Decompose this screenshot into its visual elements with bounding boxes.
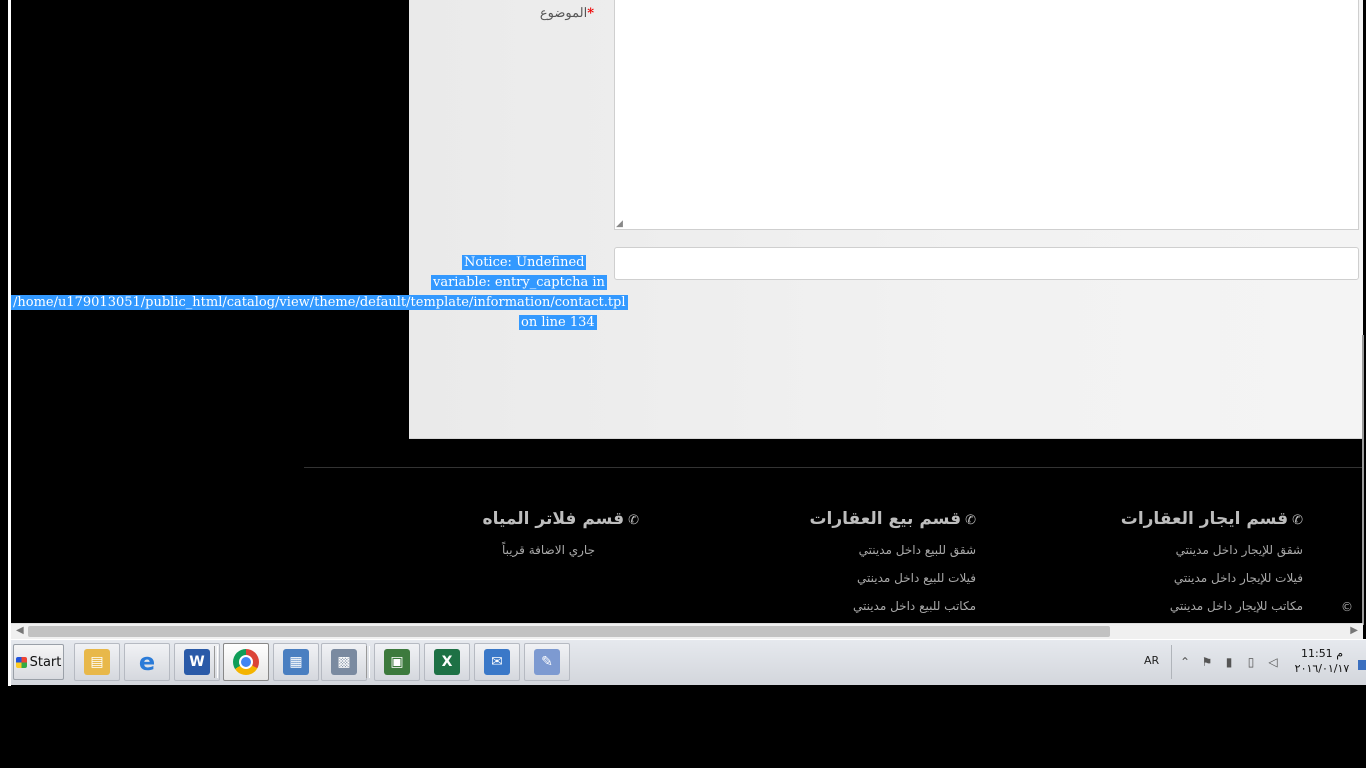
paint-icon: ✎ — [534, 649, 560, 675]
required-mark: * — [587, 6, 594, 21]
footer-link[interactable]: مكاتب للبيع داخل مدينتي — [809, 599, 976, 613]
phone-icon: ✆ — [1292, 513, 1303, 528]
scroll-thumb[interactable] — [28, 626, 1110, 637]
send-to-icon: ✉ — [484, 649, 510, 675]
file-explorer-icon: ▤ — [84, 649, 110, 675]
footer-divider — [304, 467, 1363, 468]
notice-line-4: on line 134 — [519, 315, 597, 330]
notice-line-2: variable: entry_captcha in — [431, 275, 607, 290]
footer-link[interactable]: شقق للإيجار داخل مدينتي — [1121, 543, 1303, 557]
start-label: Start — [29, 654, 62, 670]
flag-icon[interactable]: ⚑ — [1200, 655, 1214, 669]
paint-button[interactable]: ✎ — [524, 643, 570, 681]
calculator-button[interactable]: ▩ — [321, 643, 367, 681]
footer-title-sale: ✆قسم بيع العقارات — [809, 509, 976, 529]
system-tray: ⌃ ⚑ ▮ ▯ ◁ — [1171, 645, 1291, 679]
control-panel-icon: ▦ — [283, 649, 309, 675]
footer-column-rent: ✆قسم ايجار العقارات شقق للإيجار داخل مدي… — [1121, 509, 1303, 613]
browser-viewport: *الموضوع ◢ * Notice: Undefined variable:… — [11, 0, 1363, 623]
network-icon[interactable]: ▮ — [1222, 655, 1236, 669]
show-desktop-button[interactable] — [1358, 660, 1366, 670]
volume-icon[interactable]: ◁ — [1266, 655, 1280, 669]
language-indicator[interactable]: AR — [1144, 654, 1159, 667]
resize-grip-icon[interactable]: ◢ — [616, 220, 624, 229]
horizontal-scrollbar[interactable]: ◀ ▶ — [11, 623, 1363, 639]
excel-button[interactable]: X — [424, 643, 470, 681]
scroll-left-icon[interactable]: ◀ — [16, 625, 24, 636]
copyright-symbol: © — [1341, 600, 1353, 614]
notice-line-1: Notice: Undefined — [462, 255, 587, 270]
calculator-icon: ▩ — [331, 649, 357, 675]
show-hidden-icons-icon[interactable]: ⌃ — [1178, 655, 1192, 669]
power-icon[interactable]: ▯ — [1244, 655, 1258, 669]
excel-icon: X — [434, 649, 460, 675]
scroll-right-icon[interactable]: ▶ — [1350, 625, 1358, 636]
notice-line-3: /home/u179013051/public_html/catalog/vie… — [11, 295, 628, 310]
vertical-scrollbar[interactable] — [1362, 335, 1364, 625]
clock-date: ٢٠١٦/٠١/١٧ — [1294, 662, 1350, 675]
footer-link[interactable]: فيلات للإيجار داخل مدينتي — [1121, 571, 1303, 585]
start-button[interactable]: Start — [13, 644, 64, 680]
footer-column-sale: ✆قسم بيع العقارات شقق للبيع داخل مدينتي … — [809, 509, 976, 613]
subject-label-text: الموضوع — [539, 6, 588, 21]
word-icon: W — [184, 649, 210, 675]
remote-desktop-icon: ▣ — [384, 649, 410, 675]
send-to-button[interactable]: ✉ — [474, 643, 520, 681]
contact-form-panel: *الموضوع ◢ * — [409, 0, 1363, 439]
taskbar-separator — [366, 646, 370, 678]
clock-time: 11:51 م — [1300, 647, 1343, 660]
taskbar-separator — [214, 646, 218, 678]
chrome-icon — [233, 649, 259, 675]
phone-icon: ✆ — [628, 513, 639, 528]
captcha-input[interactable] — [614, 247, 1359, 280]
taskbar: Start ▤ e W ▦ ▩ ▣ X ✉ ✎ AR ⌃ ⚑ ▮ ▯ ◁ 11:… — [11, 639, 1366, 685]
message-textarea[interactable]: ◢ — [614, 0, 1359, 230]
footer-link[interactable]: جاري الاضافة قريباً — [483, 543, 595, 557]
footer-link[interactable]: مكاتب للإيجار داخل مدينتي — [1121, 599, 1303, 613]
chrome-button[interactable] — [223, 643, 269, 681]
internet-explorer-button[interactable]: e — [124, 643, 170, 681]
footer-link[interactable]: شقق للبيع داخل مدينتي — [809, 543, 976, 557]
footer-link[interactable]: فيلات للبيع داخل مدينتي — [809, 571, 976, 585]
windows-logo-icon — [15, 656, 27, 668]
phone-icon: ✆ — [965, 513, 976, 528]
subject-label: *الموضوع — [540, 6, 594, 21]
internet-explorer-icon: e — [138, 648, 156, 676]
footer-column-water-filters: ✆قسم فلاتر المياه جاري الاضافة قريباً — [483, 509, 639, 557]
clock[interactable]: 11:51 م ٢٠١٦/٠١/١٧ — [1289, 646, 1355, 676]
footer-title-water-filters: ✆قسم فلاتر المياه — [482, 509, 639, 529]
file-explorer-button[interactable]: ▤ — [74, 643, 120, 681]
control-panel-button[interactable]: ▦ — [273, 643, 319, 681]
footer-title-rent: ✆قسم ايجار العقارات — [1120, 509, 1303, 529]
remote-desktop-button[interactable]: ▣ — [374, 643, 420, 681]
